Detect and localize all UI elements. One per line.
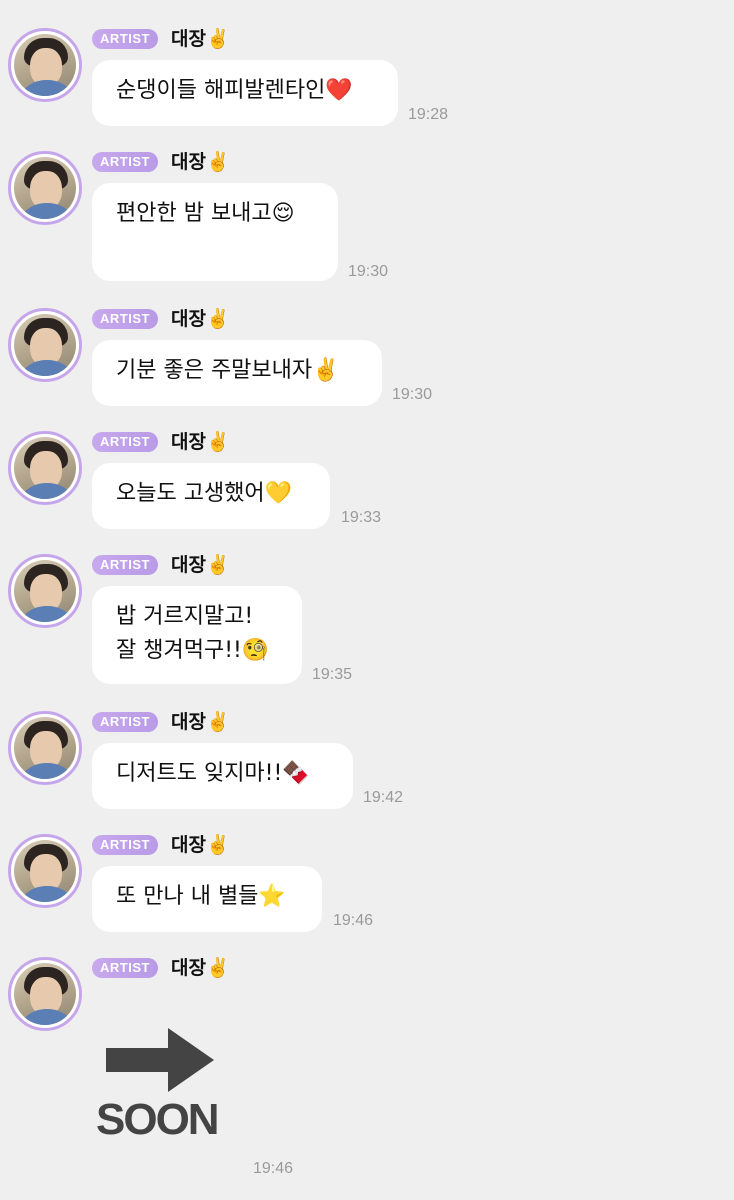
avatar-photo <box>14 314 76 376</box>
message-bubble[interactable]: 편안한 밤 보내고😌 <box>92 183 338 281</box>
avatar-photo <box>16 483 76 499</box>
avatar[interactable] <box>8 308 82 382</box>
message-time: 19:42 <box>363 789 404 806</box>
artist-badge: ARTIST <box>92 432 158 452</box>
message-time: 19:46 <box>253 1160 294 1177</box>
soon-sticker-text: SOON <box>96 1095 220 1144</box>
message-bubble[interactable]: 기분 좋은 주말보내자✌️ <box>92 340 382 406</box>
sender-name: 대장✌️ <box>171 554 230 576</box>
avatar-photo <box>14 437 76 499</box>
artist-badge: ARTIST <box>92 835 158 855</box>
avatar[interactable] <box>8 554 82 628</box>
message-time: 19:30 <box>348 263 389 280</box>
sender-name: 대장✌️ <box>171 308 230 330</box>
sender-name: 대장✌️ <box>171 711 230 733</box>
avatar-photo <box>16 606 76 622</box>
message-bubble[interactable]: 또 만나 내 별들⭐️ <box>92 866 322 932</box>
avatar-photo <box>14 840 76 902</box>
avatar-photo <box>14 560 76 622</box>
avatar[interactable] <box>8 957 82 1031</box>
message-time: 19:28 <box>408 106 449 123</box>
avatar-photo <box>14 963 76 1025</box>
artist-badge: ARTIST <box>92 29 158 49</box>
avatar-photo <box>16 360 76 376</box>
avatar-photo <box>16 203 76 219</box>
right-arrow-icon <box>106 1028 214 1092</box>
avatar-photo <box>14 34 76 96</box>
sender-name: 대장✌️ <box>171 957 230 979</box>
artist-badge: ARTIST <box>92 555 158 575</box>
avatar[interactable] <box>8 28 82 102</box>
message-time: 19:33 <box>341 509 382 526</box>
sender-name: 대장✌️ <box>171 151 230 173</box>
avatar[interactable] <box>8 711 82 785</box>
message-time: 19:35 <box>312 666 353 683</box>
message-bubble[interactable]: 디저트도 잊지마!!🍫 <box>92 743 353 809</box>
avatar-photo <box>14 717 76 779</box>
avatar-photo <box>14 157 76 219</box>
sender-name: 대장✌️ <box>171 431 230 453</box>
message-bubble[interactable]: 순댕이들 해피발렌타인❤️ <box>92 60 398 126</box>
sender-name: 대장✌️ <box>171 28 230 50</box>
avatar[interactable] <box>8 151 82 225</box>
avatar[interactable] <box>8 834 82 908</box>
sender-name: 대장✌️ <box>171 834 230 856</box>
message-time: 19:30 <box>392 386 433 403</box>
avatar-photo <box>16 80 76 96</box>
message-bubble[interactable]: 밥 거르지말고! 잘 챙겨먹구!!🧐 <box>92 586 302 684</box>
message-time: 19:46 <box>333 912 374 929</box>
artist-badge: ARTIST <box>92 152 158 172</box>
artist-badge: ARTIST <box>92 958 158 978</box>
avatar-photo <box>16 763 76 779</box>
message-bubble[interactable]: 오늘도 고생했어💛 <box>92 463 330 529</box>
avatar[interactable] <box>8 431 82 505</box>
artist-badge: ARTIST <box>92 309 158 329</box>
artist-badge: ARTIST <box>92 712 158 732</box>
avatar-photo <box>16 1009 76 1025</box>
avatar-photo <box>16 886 76 902</box>
